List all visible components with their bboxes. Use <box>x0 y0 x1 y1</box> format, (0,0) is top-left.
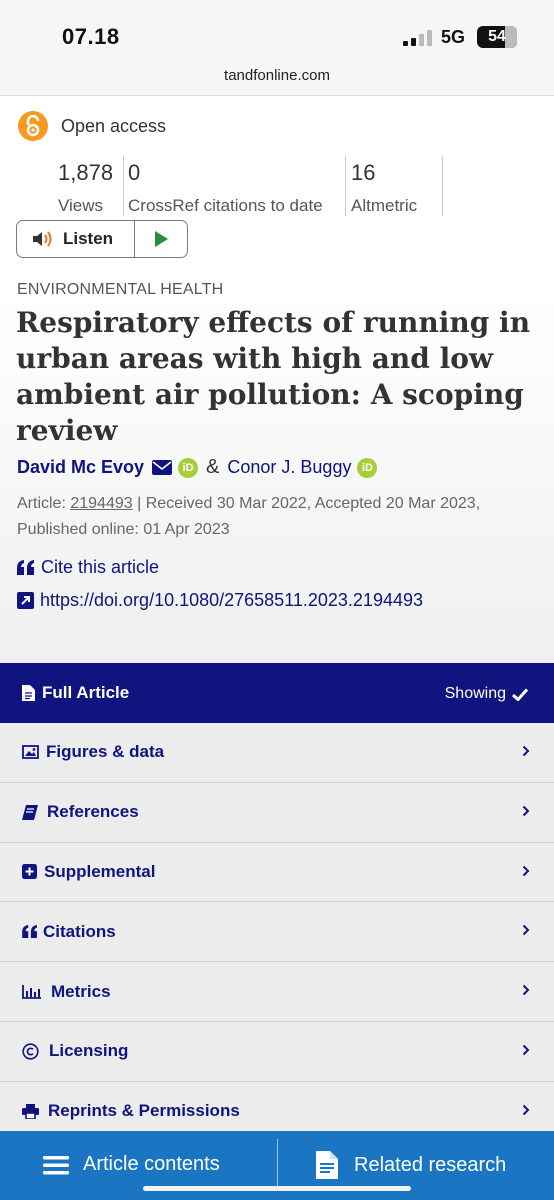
metric-divider <box>123 156 124 216</box>
showing-status: Showing <box>445 685 528 703</box>
speaker-icon <box>33 231 52 247</box>
metric-value: 0 <box>128 160 141 185</box>
article-title: Respiratory effects of running in urban … <box>16 306 531 447</box>
metric-divider <box>345 156 346 216</box>
menu-label: Licensing <box>49 1041 129 1061</box>
cite-link[interactable]: Cite this article <box>17 557 159 578</box>
menu-metrics[interactable]: Metrics <box>0 962 554 1022</box>
metric-views: 1,878 Views <box>58 160 113 220</box>
address-bar[interactable]: tandfonline.com <box>0 62 554 96</box>
status-bar: 07.18 5G 54 <box>0 0 554 62</box>
metric-altmetric[interactable]: 16 Altmetric <box>351 160 417 220</box>
menu-label: Supplemental <box>44 861 156 881</box>
article-contents-label: Article contents <box>83 1153 220 1175</box>
open-access-icon <box>18 111 48 141</box>
article-category: ENVIRONMENTAL HEALTH <box>17 281 224 298</box>
chevron-right-icon <box>522 745 530 757</box>
play-icon <box>155 231 168 247</box>
article-metadata: Article: 2194493 | Received 30 Mar 2022,… <box>17 491 542 543</box>
status-time: 07.18 <box>62 24 120 49</box>
document-icon <box>22 685 35 701</box>
listen-button[interactable]: Listen <box>17 221 135 257</box>
menu-licensing[interactable]: Licensing <box>0 1021 554 1082</box>
copyright-icon <box>22 1043 39 1060</box>
quote-icon <box>22 925 37 939</box>
related-research-button[interactable]: Related research <box>316 1151 506 1179</box>
menu-full-article[interactable]: Full Article Showing <box>0 663 554 723</box>
chevron-right-icon <box>522 984 530 996</box>
cite-label: Cite this article <box>41 557 160 577</box>
article-number: 2194493 <box>70 495 133 512</box>
check-icon <box>512 687 528 701</box>
listen-label: Listen <box>63 229 114 248</box>
orcid-icon[interactable]: iD <box>178 457 199 478</box>
menu-label: References <box>47 802 139 822</box>
showing-label: Showing <box>444 685 506 702</box>
article-menu: Full Article Showing Figures & data Refe… <box>0 663 554 1142</box>
book-icon <box>22 804 38 820</box>
article-header: Open access 1,878 Views 0 CrossRef citat… <box>0 96 554 663</box>
bar-chart-icon <box>22 984 41 999</box>
menu-label: Figures & data <box>46 742 165 762</box>
network-type: 5G <box>441 27 466 47</box>
open-access-label: Open access <box>61 115 167 136</box>
metric-citations: 0 CrossRef citations to date <box>128 160 323 220</box>
menu-figures-data[interactable]: Figures & data <box>0 723 554 783</box>
chevron-right-icon <box>522 1044 530 1056</box>
chevron-right-icon <box>522 925 530 936</box>
metric-divider <box>442 156 443 216</box>
article-contents-button[interactable]: Article contents <box>43 1153 220 1176</box>
menu-label: Citations <box>43 921 116 941</box>
menu-references[interactable]: References <box>0 782 554 843</box>
metric-label: CrossRef citations to date <box>128 196 323 215</box>
doi-link[interactable]: https://doi.org/10.1080/27658511.2023.21… <box>17 590 423 611</box>
related-research-label: Related research <box>354 1153 507 1176</box>
external-link-icon <box>17 592 34 609</box>
battery-icon: 54 <box>477 26 517 48</box>
document-icon <box>316 1151 338 1179</box>
list-icon <box>43 1155 69 1174</box>
metric-value: 1,878 <box>58 160 114 185</box>
plus-square-icon <box>22 864 37 880</box>
chevron-right-icon <box>522 1104 530 1115</box>
author-link[interactable]: Conor J. Buggy <box>227 457 351 478</box>
doi-url: https://doi.org/10.1080/27658511.2023.21… <box>40 590 424 610</box>
orcid-icon[interactable]: iD <box>357 457 378 478</box>
menu-label: Reprints & Permissions <box>48 1101 240 1121</box>
mail-icon[interactable] <box>152 460 173 475</box>
author-separator: & <box>206 456 220 478</box>
menu-label: Full Article <box>42 683 130 702</box>
listen-player: Listen <box>16 220 188 258</box>
open-access-badge: Open access <box>18 110 166 142</box>
url-text: tandfonline.com <box>224 67 330 84</box>
menu-citations[interactable]: Citations <box>0 902 554 963</box>
image-icon <box>22 745 39 760</box>
chevron-right-icon <box>522 865 530 876</box>
signal-icon <box>403 30 437 46</box>
play-button[interactable] <box>135 221 187 257</box>
chevron-right-icon <box>522 805 530 817</box>
metric-label: Altmetric <box>351 196 418 215</box>
home-indicator <box>143 1186 411 1191</box>
printer-icon <box>22 1103 39 1119</box>
article-prefix: Article: <box>17 495 66 512</box>
metric-label: Views <box>58 196 104 215</box>
menu-label: Metrics <box>51 981 111 1001</box>
battery-level: 54 <box>488 28 506 45</box>
quote-icon <box>17 560 34 575</box>
author-list: David Mc Evoy iD & Conor J. Buggy iD <box>17 456 378 479</box>
author-link[interactable]: David Mc Evoy <box>17 457 144 478</box>
toolbar-divider <box>277 1139 278 1189</box>
menu-supplemental[interactable]: Supplemental <box>0 842 554 903</box>
metric-value: 16 <box>351 160 376 185</box>
